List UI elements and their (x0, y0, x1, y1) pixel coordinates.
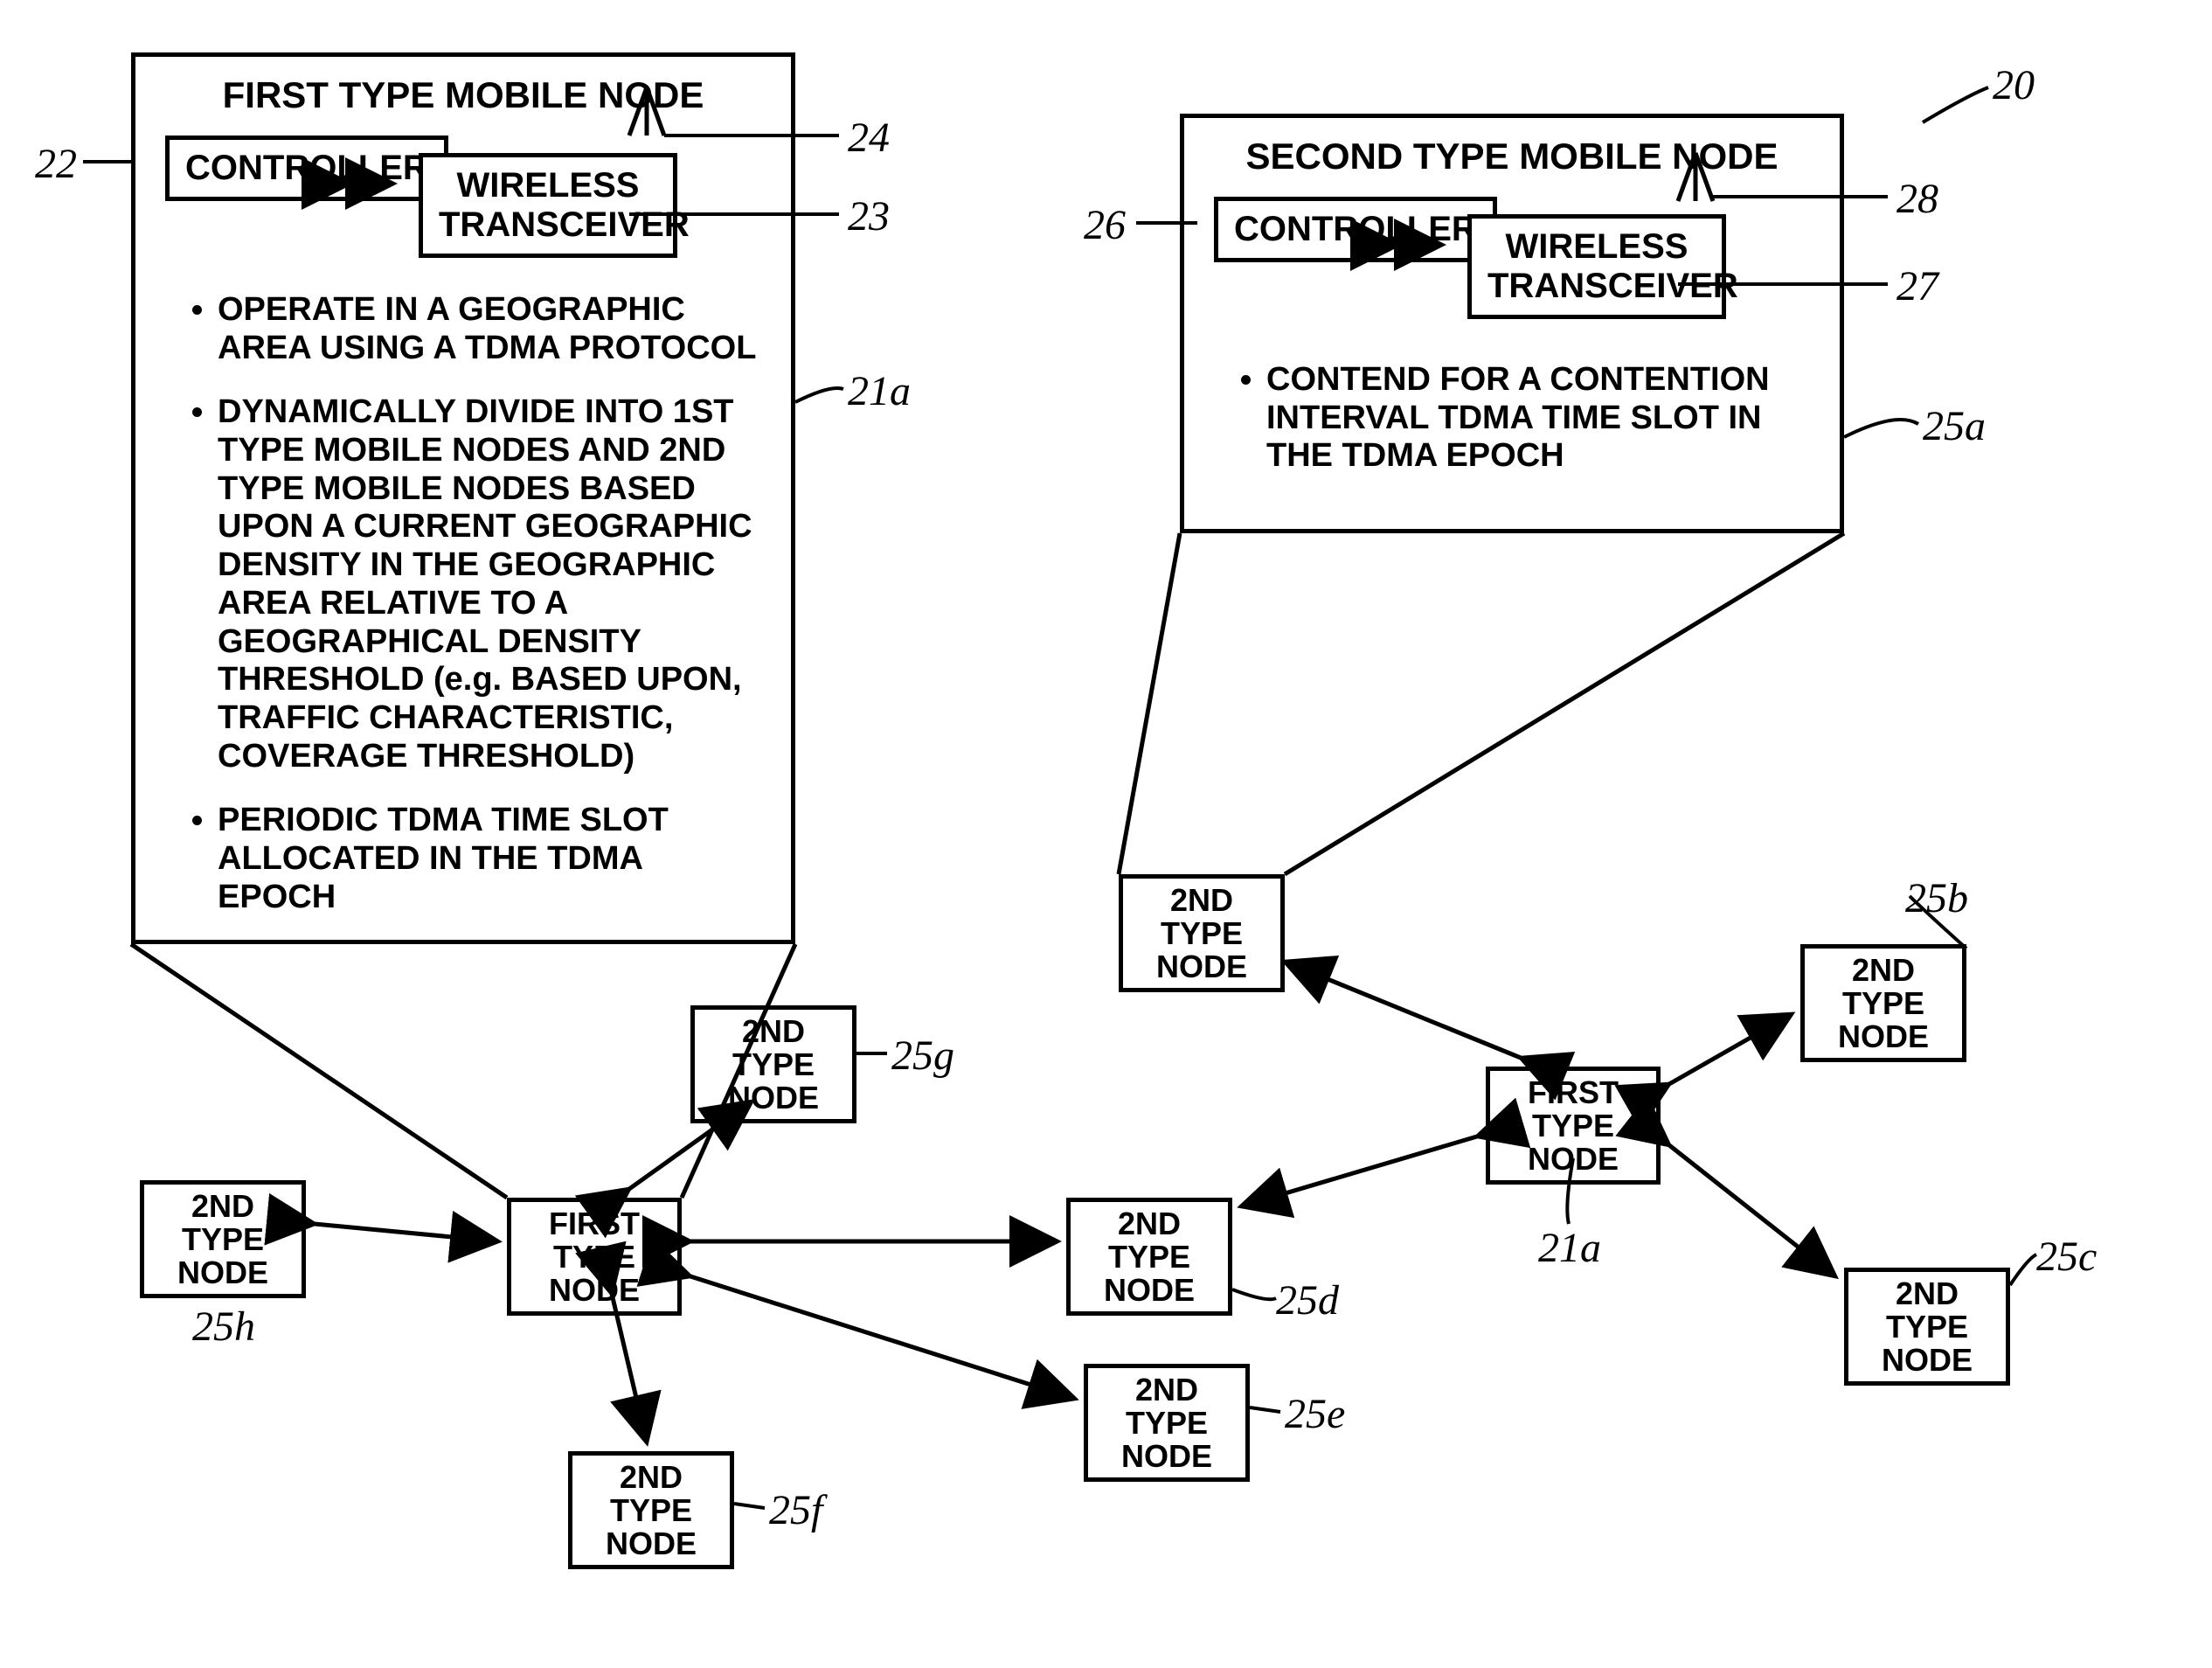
n25f-l2: NODE (606, 1526, 697, 1561)
second-controller-box: CONTROLLER (1214, 197, 1497, 262)
n25c-l2: NODE (1882, 1342, 1973, 1378)
node-25d: 2ND TYPE NODE (1066, 1198, 1232, 1316)
ref-25b: 25b (1905, 874, 1968, 922)
first-transceiver-l1: WIRELESS (457, 166, 640, 205)
node-25h: 2ND TYPE NODE (140, 1180, 306, 1298)
second-transceiver-l2: TRANSCEIVER (1487, 267, 1738, 305)
ref-22: 22 (35, 140, 77, 188)
second-transceiver-box: WIRELESS TRANSCEIVER (1467, 214, 1726, 319)
ref-21a-right: 21a (1538, 1224, 1601, 1272)
first-type-detail-box: FIRST TYPE MOBILE NODE CONTROLLER WIRELE… (131, 52, 795, 944)
ref-26: 26 (1084, 201, 1126, 249)
n25a-l1: 2ND TYPE (1161, 882, 1243, 951)
first-bullet-2: DYNAMICALLY DIVIDE INTO 1ST TYPE MOBILE … (218, 393, 761, 775)
ref-25h: 25h (192, 1303, 255, 1351)
first-right-l2: NODE (1528, 1141, 1619, 1177)
n25b-l1: 2ND TYPE (1842, 952, 1924, 1021)
first-type-node-right: FIRST TYPE NODE (1486, 1067, 1661, 1185)
n25c-l1: 2ND TYPE (1886, 1275, 1968, 1345)
second-bullet-1: CONTEND FOR A CONTENTION INTERVAL TDMA T… (1266, 361, 1810, 476)
first-transceiver-l2: TRANSCEIVER (439, 205, 690, 244)
ref-27: 27 (1896, 262, 1938, 310)
ref-25d: 25d (1276, 1276, 1339, 1324)
first-antenna-icon (621, 83, 699, 144)
first-left-l1: FIRST TYPE (549, 1206, 640, 1275)
node-25b: 2ND TYPE NODE (1800, 944, 1966, 1062)
n25e-l2: NODE (1121, 1438, 1212, 1474)
second-transceiver-l1: WIRELESS (1506, 227, 1688, 266)
diagram-stage: FIRST TYPE MOBILE NODE CONTROLLER WIRELE… (0, 0, 2212, 1668)
ref-25g: 25g (891, 1032, 954, 1080)
n25d-l2: NODE (1104, 1272, 1195, 1308)
second-type-bullets: CONTEND FOR A CONTENTION INTERVAL TDMA T… (1231, 361, 1810, 476)
ref-25f: 25f (769, 1486, 822, 1534)
node-25f: 2ND TYPE NODE (568, 1451, 734, 1569)
first-type-node-left: FIRST TYPE NODE (507, 1198, 682, 1316)
ref-20: 20 (1993, 61, 2035, 109)
first-bullet-3: PERIODIC TDMA TIME SLOT ALLOCATED IN THE… (218, 802, 761, 916)
n25g-l1: 2ND TYPE (732, 1013, 815, 1082)
node-25e: 2ND TYPE NODE (1084, 1364, 1250, 1482)
n25h-l2: NODE (177, 1254, 268, 1290)
first-left-l2: NODE (549, 1272, 640, 1308)
first-type-bullets: OPERATE IN A GEOGRAPHIC AREA USING A TDM… (183, 291, 761, 916)
first-transceiver-box: WIRELESS TRANSCEIVER (419, 153, 677, 258)
ref-25c: 25c (2036, 1233, 2097, 1281)
n25a-l2: NODE (1156, 949, 1247, 984)
ref-21a-left: 21a (848, 367, 911, 415)
n25h-l1: 2ND TYPE (182, 1188, 264, 1257)
n25f-l1: 2ND TYPE (610, 1459, 692, 1528)
first-right-l1: FIRST TYPE (1528, 1074, 1619, 1143)
n25e-l1: 2ND TYPE (1126, 1372, 1208, 1441)
first-controller-box: CONTROLLER (165, 136, 448, 201)
first-bullet-1: OPERATE IN A GEOGRAPHIC AREA USING A TDM… (218, 291, 761, 367)
node-25c: 2ND TYPE NODE (1844, 1268, 2010, 1386)
second-antenna-icon (1669, 149, 1748, 210)
ref-28: 28 (1896, 175, 1938, 223)
n25d-l1: 2ND TYPE (1108, 1206, 1190, 1275)
ref-23: 23 (848, 192, 890, 240)
node-25g: 2ND TYPE NODE (690, 1005, 856, 1123)
ref-25a: 25a (1923, 402, 1986, 450)
node-25a: 2ND TYPE NODE (1119, 874, 1285, 992)
n25b-l2: NODE (1838, 1018, 1929, 1054)
ref-25e: 25e (1285, 1390, 1345, 1438)
ref-24: 24 (848, 114, 890, 162)
n25g-l2: NODE (728, 1080, 819, 1115)
